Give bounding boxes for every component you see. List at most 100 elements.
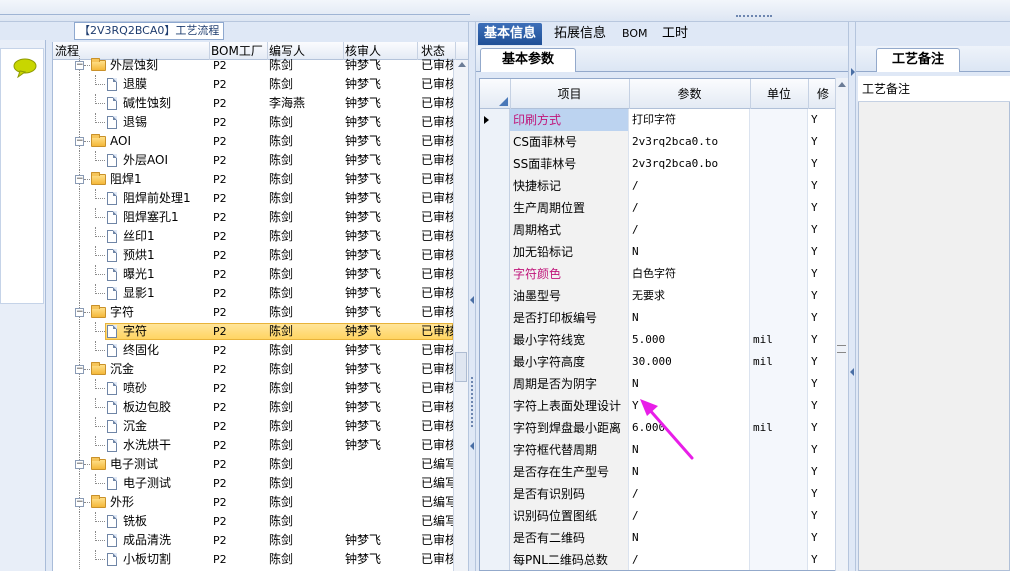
tree-node-name[interactable]: 水洗烘干 bbox=[107, 436, 207, 455]
process-tree[interactable]: 流程 BOM工厂 编写人 核审人 状态 −外层蚀刻P2陈剑钟梦飞已审核退膜P2陈… bbox=[52, 42, 468, 571]
collapse-left-icon[interactable] bbox=[470, 442, 474, 450]
tree-item-row[interactable]: 曝光1 P2 陈剑 钟梦飞 已审核 bbox=[53, 265, 453, 284]
tree-item-row[interactable]: 外层AOI P2 陈剑 钟梦飞 已审核 bbox=[53, 151, 453, 170]
tree-node-name[interactable]: 沉金 bbox=[107, 417, 207, 436]
row-header[interactable] bbox=[480, 483, 510, 505]
tree-item-row[interactable]: 字符 P2 陈剑 钟梦飞 已审核 bbox=[53, 322, 453, 341]
grid-scroll-grip[interactable] bbox=[837, 345, 846, 353]
row-header[interactable] bbox=[480, 527, 510, 549]
collapse-right-icon[interactable] bbox=[851, 68, 855, 76]
grid-col-item[interactable]: 项目 bbox=[510, 79, 630, 109]
tree-node-name[interactable]: 外层蚀刻 bbox=[91, 56, 207, 75]
tree-folder-row[interactable]: − 沉金 P2 陈剑 钟梦飞 已审核 bbox=[53, 360, 453, 379]
tree-node-name[interactable]: 小板切割 bbox=[107, 550, 207, 569]
grid-cell-flag[interactable]: Y bbox=[808, 241, 836, 263]
grid-cell-flag[interactable]: Y bbox=[808, 153, 836, 175]
tree-node-name[interactable]: 阻焊前处理1 bbox=[107, 189, 207, 208]
tree-node-name[interactable]: 阻焊1 bbox=[91, 170, 207, 189]
row-header[interactable] bbox=[480, 329, 510, 351]
tree-item-row[interactable]: 铣板 P2 陈剑 已编写 bbox=[53, 512, 453, 531]
grid-row[interactable]: 是否有识别码 / Y bbox=[480, 483, 836, 506]
tree-node-name[interactable]: 退锡 bbox=[107, 113, 207, 132]
collapse-icon[interactable]: − bbox=[75, 175, 84, 184]
row-header[interactable] bbox=[480, 307, 510, 329]
grid-cell-param[interactable]: N bbox=[629, 307, 750, 329]
row-header[interactable] bbox=[480, 263, 510, 285]
speech-bubble-icon[interactable] bbox=[12, 58, 38, 78]
grid-row[interactable]: 识别码位置图纸 / Y bbox=[480, 505, 836, 528]
tree-node-name[interactable]: 铣板 bbox=[107, 512, 207, 531]
tree-node-name[interactable]: 外形 bbox=[91, 493, 207, 512]
row-header[interactable] bbox=[480, 109, 510, 131]
grid-cell-flag[interactable]: Y bbox=[808, 505, 836, 527]
grid-cell-flag[interactable]: Y bbox=[808, 219, 836, 241]
row-header[interactable] bbox=[480, 351, 510, 373]
tree-folder-row[interactable]: − 外层蚀刻 P2 陈剑 钟梦飞 已审核 bbox=[53, 56, 453, 75]
tree-node-name[interactable]: 终固化 bbox=[107, 341, 207, 360]
tree-node-name[interactable]: AOI bbox=[91, 132, 207, 151]
grid-cell-flag[interactable]: Y bbox=[808, 109, 836, 131]
tree-node-name[interactable]: 电子测试 bbox=[91, 455, 207, 474]
collapse-icon[interactable]: − bbox=[75, 365, 84, 374]
grid-cell-flag[interactable]: Y bbox=[808, 395, 836, 417]
row-header[interactable] bbox=[480, 417, 510, 439]
tree-scrollbar[interactable] bbox=[453, 60, 468, 571]
grid-row[interactable]: 是否打印板编号 N Y bbox=[480, 307, 836, 330]
grid-cell-flag[interactable]: Y bbox=[808, 373, 836, 395]
tab-extended-info[interactable]: 拓展信息 bbox=[548, 23, 612, 45]
grid-cell-param[interactable]: 无要求 bbox=[629, 285, 750, 307]
row-header[interactable] bbox=[480, 505, 510, 527]
grid-cell-param[interactable]: N bbox=[629, 373, 750, 395]
grid-row[interactable]: 每PNL二维码总数 / Y bbox=[480, 549, 836, 570]
tree-folder-row[interactable]: − 字符 P2 陈剑 钟梦飞 已审核 bbox=[53, 303, 453, 322]
row-header[interactable] bbox=[480, 219, 510, 241]
tree-scroll-thumb[interactable] bbox=[455, 352, 467, 382]
grid-cell-param[interactable]: 5.000 bbox=[629, 329, 750, 351]
grid-row[interactable]: 油墨型号 无要求 Y bbox=[480, 285, 836, 308]
tab-basic-info[interactable]: 基本信息 bbox=[478, 23, 543, 45]
grid-cell-param[interactable]: / bbox=[629, 483, 750, 505]
grid-cell-param[interactable]: N bbox=[629, 461, 750, 483]
grid-corner[interactable] bbox=[480, 79, 511, 109]
row-header[interactable] bbox=[480, 549, 510, 570]
tree-folder-row[interactable]: − 阻焊1 P2 陈剑 钟梦飞 已审核 bbox=[53, 170, 453, 189]
tree-item-row[interactable]: 终固化 P2 陈剑 钟梦飞 已审核 bbox=[53, 341, 453, 360]
right-splitter[interactable] bbox=[848, 22, 856, 571]
grid-cell-flag[interactable]: Y bbox=[808, 417, 836, 439]
grid-cell-param[interactable]: 白色字符 bbox=[629, 263, 750, 285]
tab-basic-params[interactable]: 基本参数 bbox=[480, 48, 576, 72]
grid-cell-param[interactable]: 2v3rq2bca0.to bbox=[629, 131, 750, 153]
top-splitter-grip[interactable] bbox=[736, 15, 772, 19]
grid-row[interactable]: 字符颜色 白色字符 Y bbox=[480, 263, 836, 286]
tab-process-notes[interactable]: 工艺备注 bbox=[876, 48, 960, 72]
tree-node-name[interactable]: 显影1 bbox=[107, 284, 207, 303]
tree-node-name[interactable]: 曝光1 bbox=[107, 265, 207, 284]
grid-row[interactable]: 最小字符高度 30.000 mil Y bbox=[480, 351, 836, 374]
grid-col-flag[interactable]: 修 bbox=[808, 79, 836, 109]
grid-cell-param[interactable]: 打印字符 bbox=[629, 109, 750, 131]
grid-cell-param[interactable]: / bbox=[629, 175, 750, 197]
params-grid[interactable]: 项目 参数 单位 修 印刷方式 打印字符 Y CS面菲林号 2v3rq2bca0.to Y… bbox=[479, 78, 837, 571]
tree-item-row[interactable]: 板边包胶 P2 陈剑 钟梦飞 已审核 bbox=[53, 398, 453, 417]
select-all-icon[interactable] bbox=[499, 97, 508, 106]
row-header[interactable] bbox=[480, 153, 510, 175]
collapse-icon[interactable]: − bbox=[75, 137, 84, 146]
tree-node-name[interactable]: 阻焊塞孔1 bbox=[107, 208, 207, 227]
tree-item-row[interactable]: 水洗烘干 P2 陈剑 钟梦飞 已审核 bbox=[53, 436, 453, 455]
collapse-icon[interactable]: − bbox=[75, 308, 84, 317]
tree-folder-row[interactable]: − AOI P2 陈剑 钟梦飞 已审核 bbox=[53, 132, 453, 151]
collapse-icon[interactable]: − bbox=[75, 498, 84, 507]
grid-cell-flag[interactable]: Y bbox=[808, 351, 836, 373]
tree-item-row[interactable]: 丝印1 P2 陈剑 钟梦飞 已审核 bbox=[53, 227, 453, 246]
grid-cell-param[interactable]: N bbox=[629, 527, 750, 549]
grid-row[interactable]: 周期格式 / Y bbox=[480, 219, 836, 242]
tree-node-name[interactable]: 碱性蚀刻 bbox=[107, 94, 207, 113]
tree-item-row[interactable]: 成品清洗 P2 陈剑 钟梦飞 已审核 bbox=[53, 531, 453, 550]
splitter-grip[interactable] bbox=[471, 377, 475, 427]
grid-cell-flag[interactable]: Y bbox=[808, 131, 836, 153]
left-splitter[interactable] bbox=[468, 22, 476, 571]
grid-cell-param[interactable]: N bbox=[629, 241, 750, 263]
grid-row[interactable]: 周期是否为阴字 N Y bbox=[480, 373, 836, 396]
grid-cell-flag[interactable]: Y bbox=[808, 197, 836, 219]
tree-node-name[interactable]: 成品清洗 bbox=[107, 531, 207, 550]
